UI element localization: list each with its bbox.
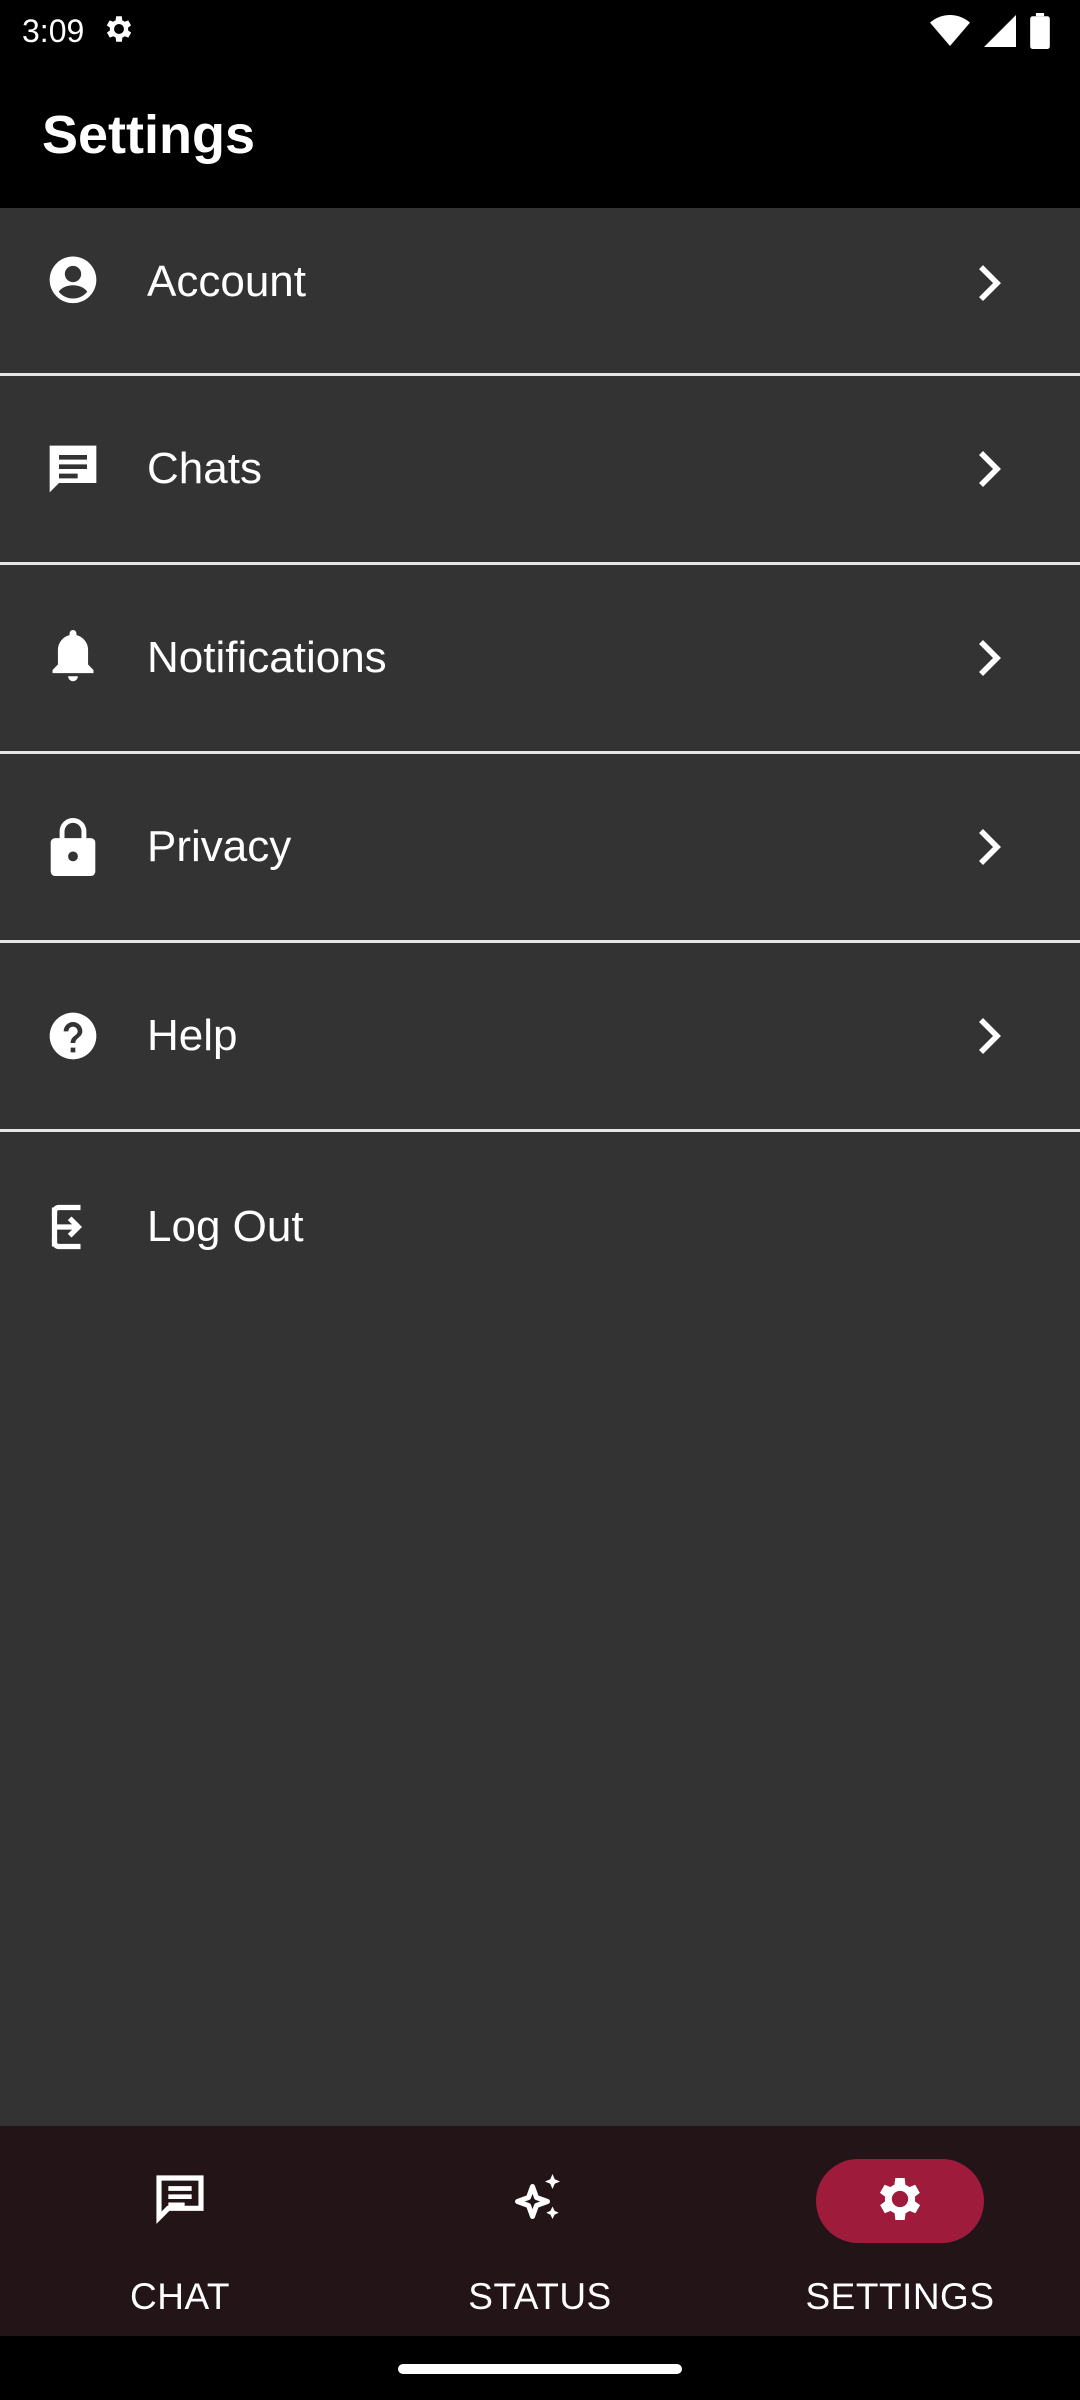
cell-signal-icon	[984, 14, 1016, 48]
status-right	[930, 13, 1050, 49]
settings-item-chats[interactable]: Chats	[0, 376, 1080, 565]
wifi-icon	[930, 14, 970, 48]
nav-pill	[456, 2159, 624, 2243]
page-title: Settings	[42, 105, 256, 165]
bottom-nav: CHAT STATUS SETTINGS	[0, 2126, 1080, 2336]
status-time: 3:09	[22, 12, 85, 49]
gesture-bar	[0, 2336, 1080, 2400]
nav-pill	[96, 2159, 264, 2243]
status-left: 3:09	[22, 12, 136, 51]
logout-button[interactable]: Log Out	[0, 1132, 1080, 1321]
chevron-right-icon	[974, 636, 1008, 680]
help-circle-icon	[42, 1005, 104, 1067]
settings-item-privacy[interactable]: Privacy	[0, 754, 1080, 943]
logout-label: Log Out	[147, 1201, 304, 1251]
nav-tab-status[interactable]: STATUS	[360, 2126, 720, 2336]
bell-icon	[42, 627, 104, 689]
nav-pill-active	[816, 2159, 984, 2243]
nav-label: SETTINGS	[805, 2276, 995, 2317]
chevron-right-icon	[974, 825, 1008, 869]
settings-item-notifications[interactable]: Notifications	[0, 565, 1080, 754]
status-bar: 3:09	[0, 0, 1080, 62]
settings-screen: 3:09 Settings Account Chats Notification…	[0, 0, 1080, 2400]
settings-item-label: Notifications	[147, 633, 387, 682]
settings-item-help[interactable]: Help	[0, 943, 1080, 1132]
chevron-right-icon	[974, 261, 1008, 305]
settings-list: Account Chats Notifications Privacy Help…	[0, 208, 1080, 2126]
app-bar: Settings	[0, 62, 1080, 208]
chat-bubble-icon	[42, 438, 104, 500]
settings-gear-icon	[102, 12, 136, 51]
settings-item-label: Privacy	[147, 822, 292, 871]
home-gesture-handle[interactable]	[398, 2364, 682, 2374]
chevron-right-icon	[974, 447, 1008, 491]
settings-item-label: Account	[147, 256, 306, 306]
settings-item-account[interactable]: Account	[0, 208, 1080, 376]
settings-item-label: Help	[147, 1011, 238, 1060]
gear-icon	[872, 2171, 928, 2232]
nav-label: CHAT	[130, 2276, 230, 2317]
sparkle-icon	[510, 2169, 570, 2234]
lock-icon	[42, 816, 104, 878]
account-circle-icon	[42, 248, 104, 310]
chevron-right-icon	[974, 1014, 1008, 1058]
logout-icon	[44, 1197, 104, 1257]
nav-tab-chat[interactable]: CHAT	[0, 2126, 360, 2336]
settings-item-label: Chats	[147, 444, 262, 493]
battery-icon	[1030, 13, 1050, 49]
nav-tab-settings[interactable]: SETTINGS	[720, 2126, 1080, 2336]
chat-icon	[152, 2171, 208, 2232]
nav-label: STATUS	[468, 2276, 612, 2317]
